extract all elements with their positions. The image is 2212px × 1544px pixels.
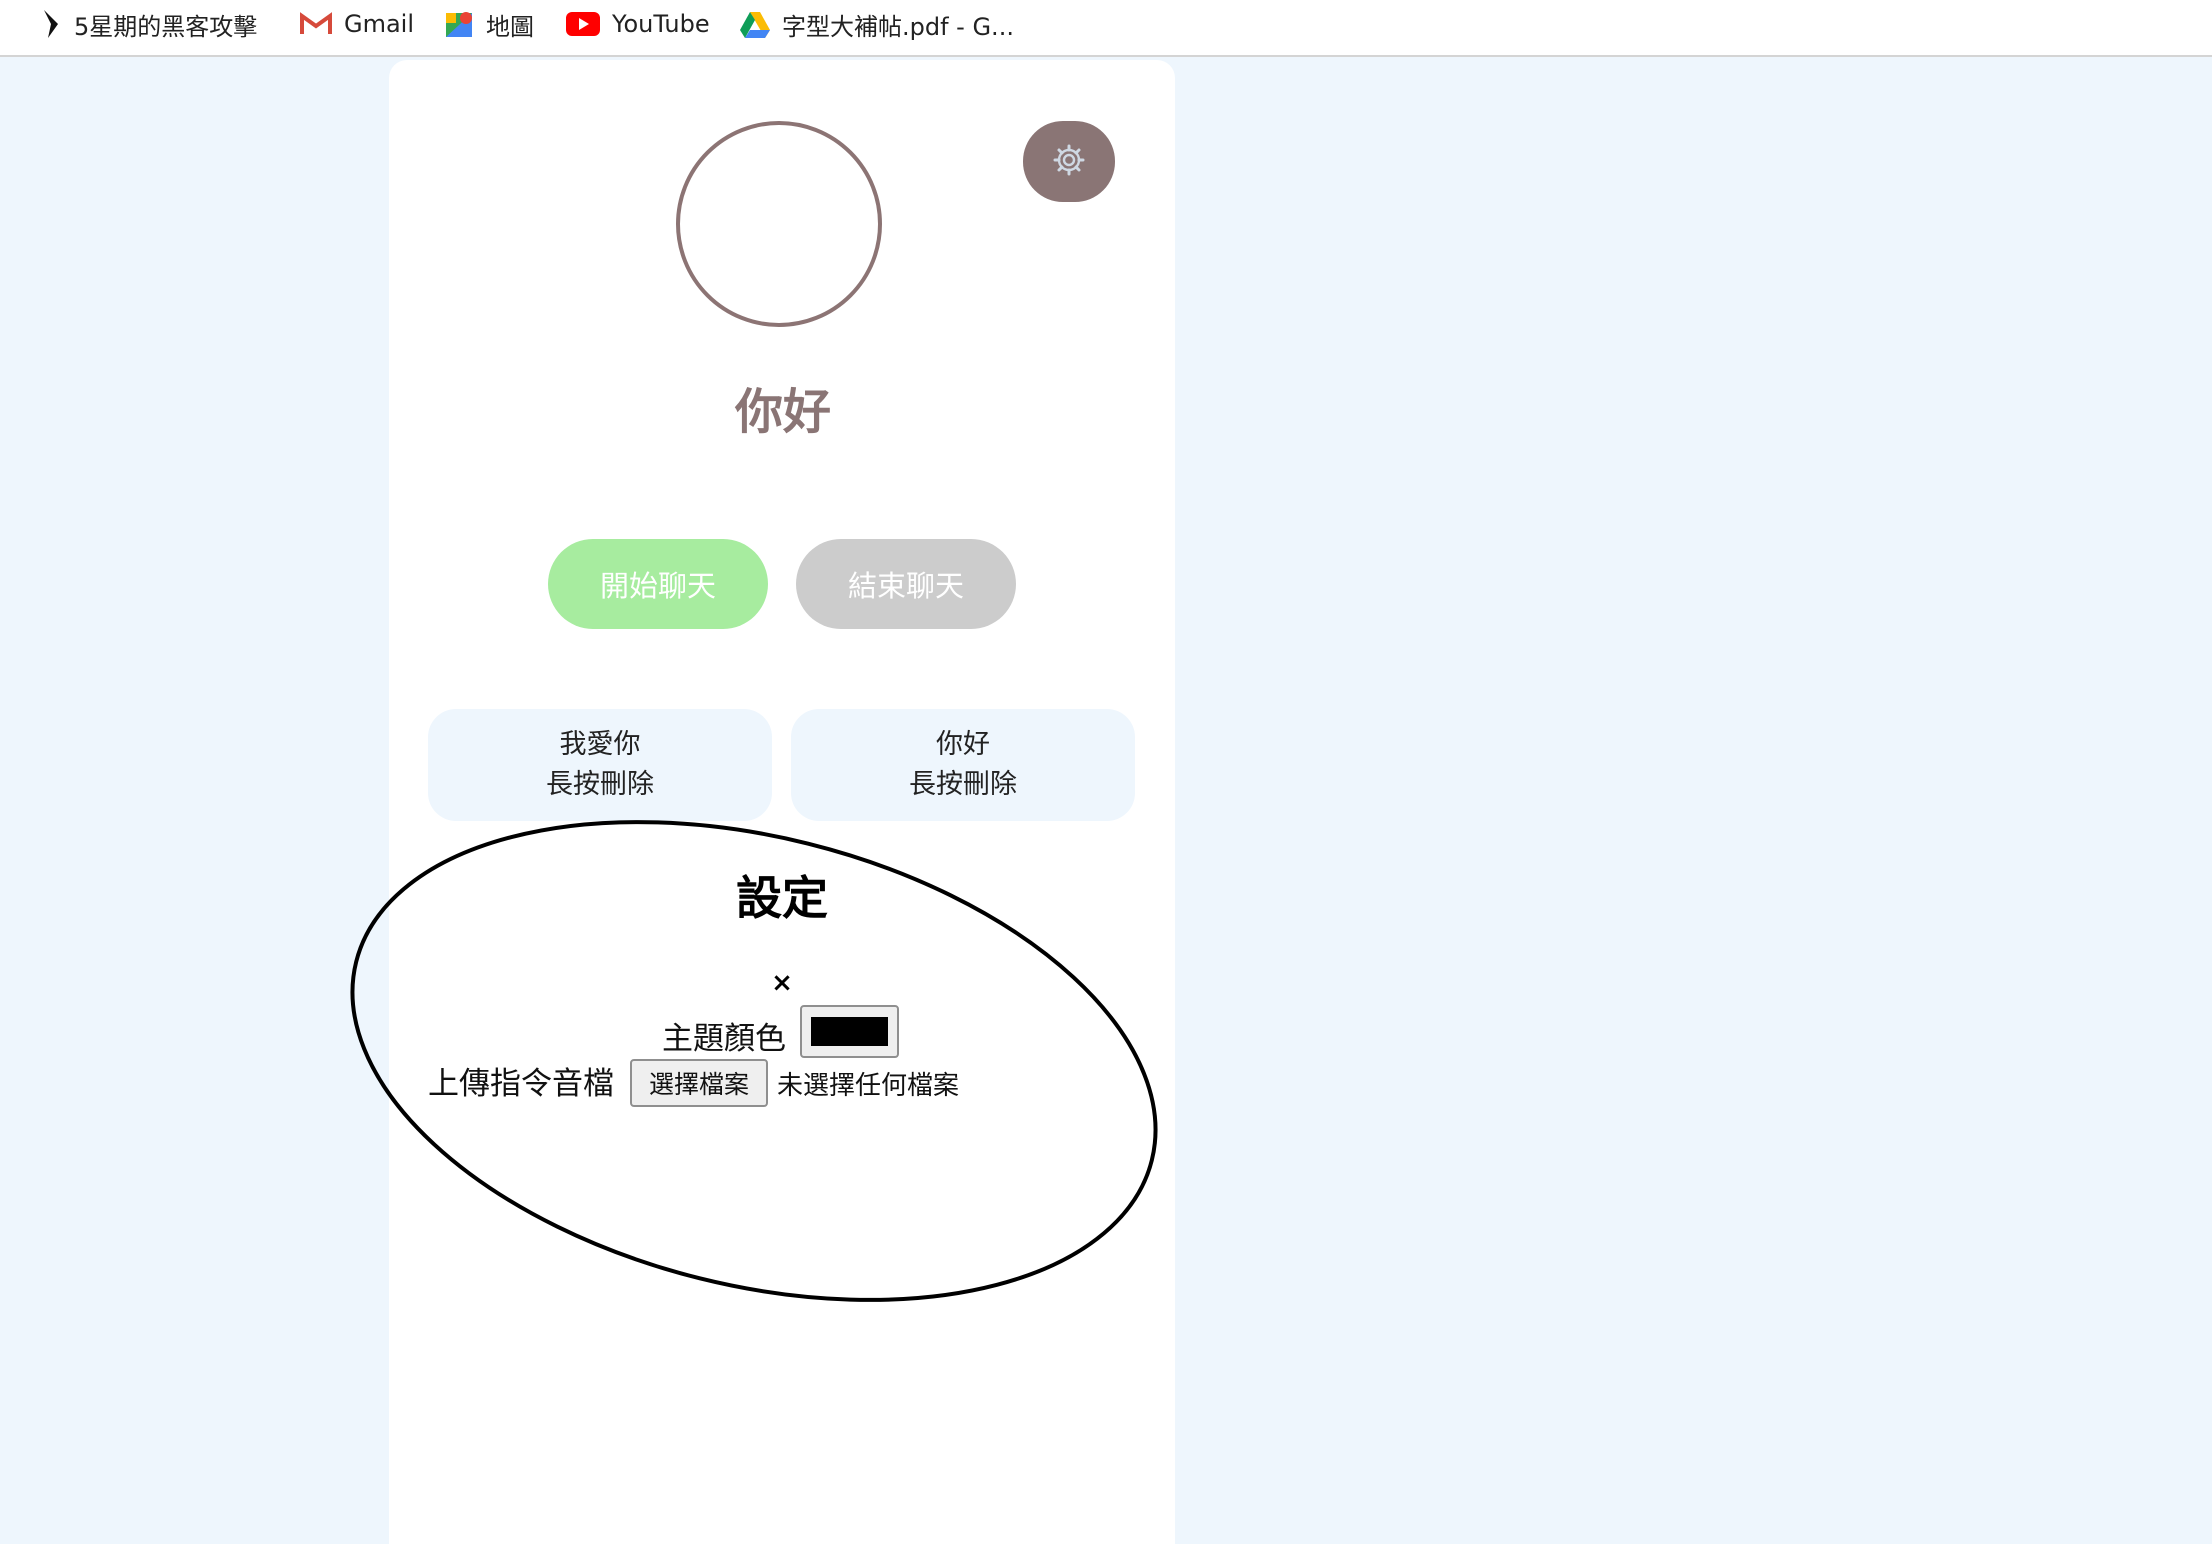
gmail-icon: [300, 12, 332, 36]
bookmark-label: 5星期的黑客攻擊: [74, 12, 258, 41]
upload-audio-label: 上傳指令音檔: [428, 1066, 614, 1102]
start-chat-button[interactable]: 開始聊天: [548, 539, 768, 629]
file-status-text: 未選擇任何檔案: [777, 1071, 960, 1101]
bookmark-gmail[interactable]: Gmail: [300, 8, 414, 40]
avatar: [676, 121, 882, 327]
command-phrase: 我愛你: [559, 729, 641, 760]
bookmark-label: 字型大補帖.pdf - G...: [782, 12, 1014, 41]
drive-icon: [740, 10, 770, 38]
command-phrase: 你好: [936, 729, 990, 760]
theme-color-label: 主題顏色: [662, 1021, 786, 1057]
bookmark-drive-pdf[interactable]: 字型大補帖.pdf - G...: [740, 8, 1014, 41]
close-icon[interactable]: ×: [766, 968, 798, 998]
command-hint: 長按刪除: [546, 769, 654, 800]
command-chip-hello[interactable]: 你好 長按刪除: [791, 709, 1135, 821]
color-swatch-fill: [811, 1017, 888, 1046]
bookmark-label: YouTube: [612, 10, 710, 38]
command-chip-love[interactable]: 我愛你 長按刪除: [428, 709, 772, 821]
bookmarks-bar: 5星期的黑客攻擊 Gmail 地圖 YouTube 字型大補帖.pdf - G.…: [0, 0, 2212, 57]
choose-file-button[interactable]: 選擇檔案: [630, 1059, 768, 1107]
settings-title: 設定: [736, 871, 828, 925]
bookmark-maps[interactable]: 地圖: [444, 8, 534, 41]
bookmark-label: Gmail: [344, 10, 415, 38]
gear-icon: [1053, 144, 1085, 180]
end-chat-button[interactable]: 結束聊天: [796, 539, 1016, 629]
bookmark-hackathon[interactable]: 5星期的黑客攻擊: [40, 8, 258, 41]
greeting-title: 你好: [734, 384, 831, 440]
youtube-icon: [566, 12, 600, 36]
command-hint: 長按刪除: [909, 769, 1017, 800]
bookmark-label: 地圖: [486, 12, 534, 41]
bookmark-youtube[interactable]: YouTube: [566, 8, 710, 40]
arrow-logo-icon: [40, 8, 62, 40]
theme-color-picker[interactable]: [800, 1005, 899, 1058]
settings-button[interactable]: [1023, 121, 1115, 202]
maps-icon: [444, 9, 474, 39]
